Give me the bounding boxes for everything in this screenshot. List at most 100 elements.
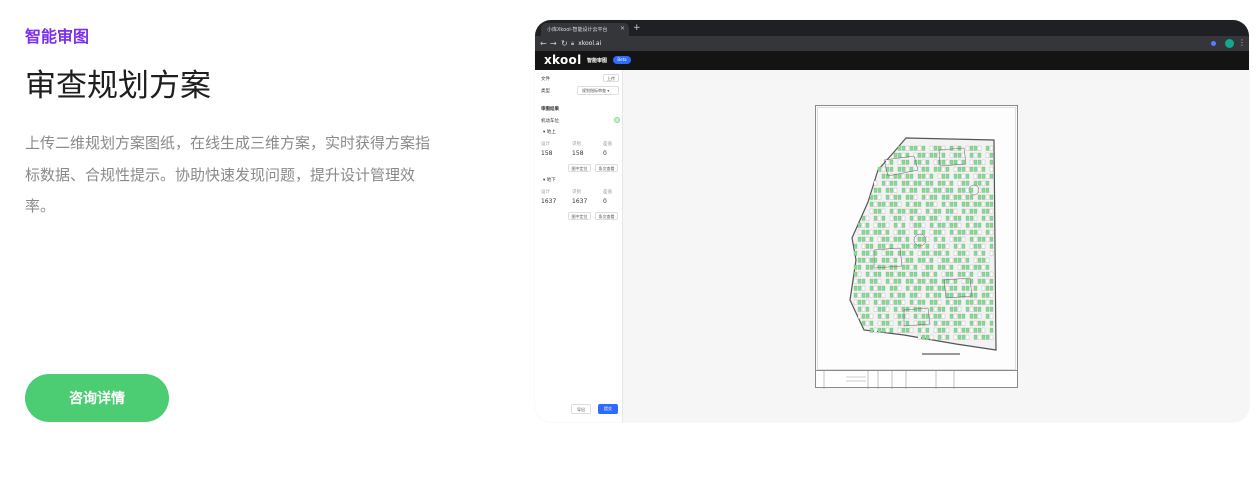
parking-stall <box>861 278 866 284</box>
parking-stall <box>917 292 922 298</box>
parking-stall <box>953 229 958 235</box>
parking-stall <box>949 222 954 228</box>
parking-stall <box>869 320 874 326</box>
parking-stall <box>877 292 882 298</box>
parking-stall <box>945 180 950 186</box>
parking-stall <box>853 271 858 277</box>
parking-stall <box>933 152 938 158</box>
parking-stall <box>909 180 914 186</box>
parking-stall <box>941 243 946 249</box>
parking-stall <box>977 271 982 277</box>
parking-stall <box>853 264 858 270</box>
parking-stall <box>901 222 906 228</box>
parking-stall <box>853 299 858 305</box>
parking-stall <box>949 229 954 235</box>
parking-stall <box>969 299 974 305</box>
parking-stall <box>985 180 990 186</box>
col-design: 设计 <box>541 142 550 147</box>
parking-stall <box>889 250 894 256</box>
parking-stall <box>977 152 982 158</box>
avatar <box>1225 39 1234 48</box>
parking-stall <box>861 243 866 249</box>
parking-stall <box>909 173 914 179</box>
parking-stall <box>957 264 962 270</box>
parking-stall <box>881 327 886 333</box>
parking-stall <box>901 236 906 242</box>
parking-stall <box>949 236 954 242</box>
parking-stall <box>953 208 958 214</box>
parking-stall <box>945 285 950 291</box>
parking-stall <box>893 201 898 207</box>
parking-stall <box>961 278 966 284</box>
parking-stall <box>985 292 990 298</box>
parking-stall <box>897 152 902 158</box>
parking-stall <box>953 334 958 340</box>
parking-stall <box>901 320 906 326</box>
parking-stall <box>953 306 958 312</box>
arrow-left-icon: ← <box>540 39 547 48</box>
parking-stall <box>985 306 990 312</box>
parking-stall <box>941 334 946 340</box>
parking-stall <box>929 306 934 312</box>
parking-stall <box>913 299 918 305</box>
parking-stall <box>889 278 894 284</box>
parking-stall <box>949 152 954 158</box>
parking-stall <box>941 320 946 326</box>
parking-stall <box>869 243 874 249</box>
parking-stall <box>929 215 934 221</box>
parking-stall <box>925 215 930 221</box>
parking-stall <box>969 313 974 319</box>
parking-stall <box>889 201 894 207</box>
parking-stall <box>865 222 870 228</box>
parking-stall <box>897 201 902 207</box>
parking-stall <box>933 215 938 221</box>
parking-stall <box>989 250 994 256</box>
parking-stall <box>873 292 878 298</box>
parking-stall <box>941 222 946 228</box>
parking-stall <box>949 215 954 221</box>
parking-stall <box>957 257 962 263</box>
parking-stall <box>941 180 946 186</box>
parking-stall <box>913 215 918 221</box>
parking-stall <box>865 271 870 277</box>
parking-stall <box>929 222 934 228</box>
parking-stall <box>917 313 922 319</box>
parking-stall <box>937 327 942 333</box>
parking-stall <box>941 264 946 270</box>
parking-stall <box>933 306 938 312</box>
parking-stall <box>961 229 966 235</box>
parking-stall <box>965 292 970 298</box>
parking-stall <box>969 187 974 193</box>
parking-stall <box>949 145 954 151</box>
parking-stall <box>901 229 906 235</box>
consult-details-button[interactable]: 咨询详情 <box>25 374 169 422</box>
parking-stall <box>953 201 958 207</box>
parking-stall <box>877 271 882 277</box>
parking-stall <box>977 327 982 333</box>
parking-stall <box>869 250 874 256</box>
parking-stall <box>949 285 954 291</box>
app-header: xkool 智能审图 Beta <box>535 51 1249 70</box>
parking-stall <box>945 208 950 214</box>
parking-stall <box>905 159 910 165</box>
parking-stall <box>897 222 902 228</box>
parking-stall <box>945 215 950 221</box>
parking-stall <box>905 166 910 172</box>
parking-stall <box>917 152 922 158</box>
parking-stall <box>949 306 954 312</box>
parking-stall <box>913 313 918 319</box>
parking-stall <box>885 271 890 277</box>
parking-stall <box>873 306 878 312</box>
title-block-grid <box>823 371 955 389</box>
parking-stall <box>873 215 878 221</box>
parking-stall <box>981 292 986 298</box>
parking-stall <box>865 264 870 270</box>
parking-stall <box>873 278 878 284</box>
parking-stall <box>865 299 870 305</box>
parking-stall <box>985 145 990 151</box>
parking-stall <box>933 278 938 284</box>
parking-stall <box>861 320 866 326</box>
parking-stall <box>877 215 882 221</box>
parking-stall <box>973 257 978 263</box>
parking-stall <box>937 334 942 340</box>
